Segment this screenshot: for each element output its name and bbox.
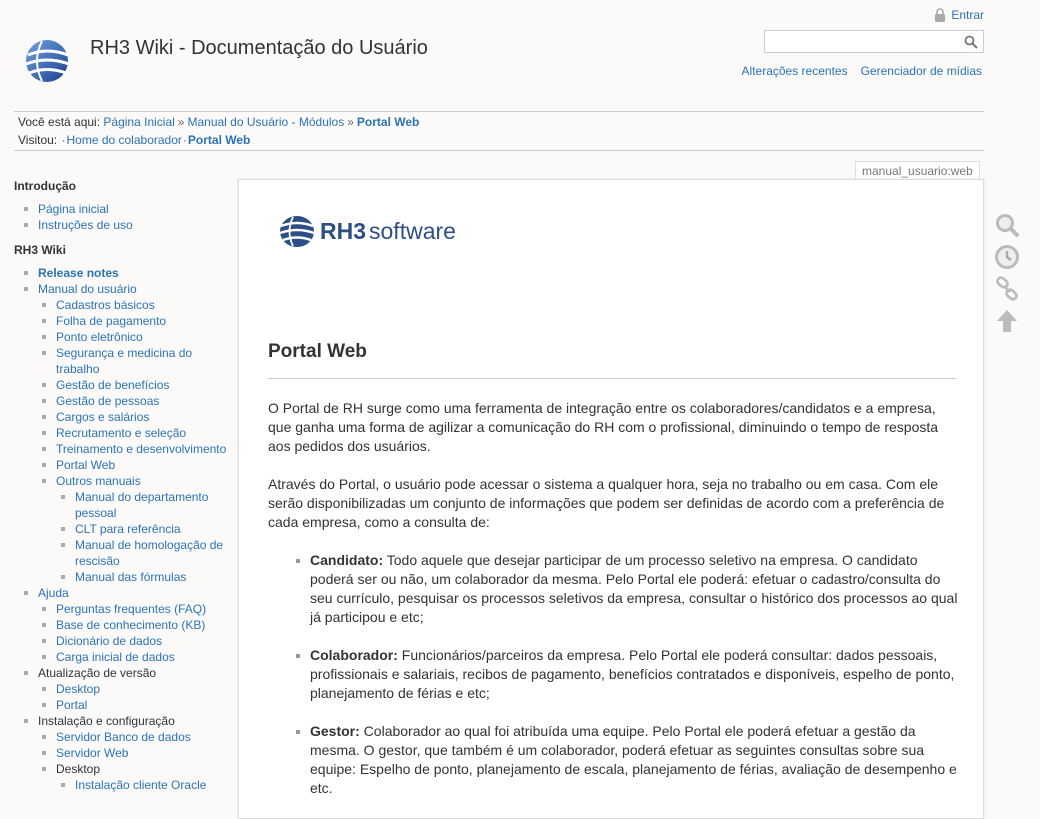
breadcrumb-home[interactable]: Página Inicial	[103, 115, 174, 129]
search-icon[interactable]	[994, 212, 1020, 238]
visited-trail: Visitou: ·Home do colaborador·Portal Web	[18, 133, 251, 147]
page-id-tab: manual_usuario:web	[855, 161, 980, 181]
rh3-globe-icon	[279, 216, 315, 247]
divider	[14, 150, 984, 151]
breadcrumb: Você está aqui: Página Inicial» Manual do…	[18, 115, 420, 129]
header-links: Alterações recentes Gerenciador de mídia…	[742, 64, 982, 78]
article-body: O Portal de RH surge como uma ferramenta…	[268, 399, 958, 817]
page-title: Portal Web	[268, 341, 367, 362]
breadcrumb-current[interactable]: Portal Web	[357, 115, 419, 129]
sidebar-item-dicionario[interactable]: Dicionário de dados	[56, 634, 162, 648]
sidebar-item-carga[interactable]: Carga inicial de dados	[56, 650, 175, 664]
sidebar-item-outros[interactable]: Outros manuais	[56, 474, 141, 488]
sidebar-item-instalacao: Instalação e configuração	[38, 714, 175, 728]
breadcrumb-manual[interactable]: Manual do Usuário - Módulos	[187, 115, 344, 129]
visited-item-portal[interactable]: Portal Web	[188, 133, 250, 147]
list-item-text: Funcionários/parceiros da empresa. Pelo …	[310, 647, 955, 701]
list-item-text: Colaborador ao qual foi atribuída uma eq…	[310, 723, 957, 796]
sidebar-item-homologacao[interactable]: Manual de homologação de rescisão	[75, 538, 223, 568]
sidebar-item-recrutamento[interactable]: Recrutamento e seleção	[56, 426, 186, 440]
list-item: Candidato: Todo aquele que desejar parti…	[296, 551, 958, 627]
sidebar-item-cadastros[interactable]: Cadastros básicos	[56, 298, 155, 312]
sidebar-item-atualizacao-desktop[interactable]: Desktop	[56, 682, 100, 696]
paragraph: O Portal de RH surge como uma ferramenta…	[268, 400, 939, 454]
sidebar-item-seguranca[interactable]: Segurança e medicina do trabalho	[56, 346, 192, 376]
sidebar-item-instrucoes[interactable]: Instruções de uso	[38, 218, 133, 232]
page-tools	[994, 212, 1020, 340]
sidebar-section-title: Introdução	[14, 179, 76, 193]
page-content: RH3 software Portal Web O Portal de RH su…	[238, 179, 984, 819]
search-icon[interactable]	[964, 35, 978, 49]
divider	[14, 111, 984, 112]
sidebar-section-title: RH3 Wiki	[14, 243, 66, 257]
sidebar-item-formulas[interactable]: Manual das fórmulas	[75, 570, 186, 584]
sidebar-item-beneficios[interactable]: Gestão de benefícios	[56, 378, 169, 392]
sidebar-item-atualizacao-portal[interactable]: Portal	[56, 698, 87, 712]
paragraph: Através do Portal, o usuário pode acessa…	[268, 476, 945, 530]
sidebar-item-release-notes[interactable]: Release notes	[38, 266, 119, 280]
sidebar-item-kb[interactable]: Base de conhecimento (KB)	[56, 618, 205, 632]
sidebar-item-pagina-inicial[interactable]: Página inicial	[38, 202, 109, 216]
breadcrumb-label: Você está aqui:	[18, 115, 101, 129]
sidebar-item-treinamento[interactable]: Treinamento e desenvolvimento	[56, 442, 226, 456]
list-item-term: Colaborador:	[310, 647, 398, 663]
sidebar: Introdução Página inicial Instruções de …	[14, 178, 229, 802]
sidebar-item-manual[interactable]: Manual do usuário	[38, 282, 137, 296]
lock-icon	[935, 8, 946, 22]
sidebar-item-clt[interactable]: CLT para referência	[75, 522, 181, 536]
sidebar-item-dp[interactable]: Manual do departamento pessoal	[75, 490, 208, 520]
visited-label: Visitou:	[18, 133, 58, 147]
wiki-logo-icon[interactable]	[22, 37, 72, 85]
sidebar-item-cargos[interactable]: Cargos e salários	[56, 410, 149, 424]
site-title[interactable]: RH3 Wiki - Documentação do Usuário	[90, 37, 428, 60]
list-item-text: Todo aquele que desejar participar de um…	[310, 552, 958, 625]
sidebar-item-folha[interactable]: Folha de pagamento	[56, 314, 166, 328]
search-box	[764, 30, 984, 53]
sidebar-item-servidor-web[interactable]: Servidor Web	[56, 746, 128, 760]
sidebar-item-portal-web[interactable]: Portal Web	[56, 458, 115, 472]
sidebar-item-oracle[interactable]: Instalação cliente Oracle	[75, 778, 206, 792]
sidebar-item-desktop: Desktop	[56, 762, 101, 776]
brand-rest: software	[369, 218, 456, 244]
rh3-software-logo: RH3 software	[278, 215, 456, 248]
media-manager-link[interactable]: Gerenciador de mídias	[861, 64, 982, 78]
visited-item-colaborador[interactable]: Home do colaborador	[66, 133, 181, 147]
sidebar-item-ponto[interactable]: Ponto eletrônico	[56, 330, 143, 344]
recent-changes-link[interactable]: Alterações recentes	[742, 64, 848, 78]
revisions-icon[interactable]	[994, 244, 1020, 270]
sidebar-item-ajuda[interactable]: Ajuda	[38, 586, 69, 600]
list-item: Gestor: Colaborador ao qual foi atribuíd…	[296, 722, 958, 798]
login-link[interactable]: Entrar	[934, 8, 984, 22]
login-label[interactable]: Entrar	[951, 8, 984, 22]
search-input[interactable]	[765, 31, 955, 52]
list-item: Colaborador: Funcionários/parceiros da e…	[296, 646, 958, 703]
list-item-term: Candidato:	[310, 552, 384, 568]
brand-bold: RH3	[320, 218, 367, 244]
backlinks-icon[interactable]	[994, 276, 1020, 302]
sidebar-item-servidor-bd[interactable]: Servidor Banco de dados	[56, 730, 191, 744]
sidebar-item-faq[interactable]: Perguntas frequentes (FAQ)	[56, 602, 206, 616]
sidebar-item-atualizacao: Atualização de versão	[38, 666, 157, 680]
sidebar-item-pessoas[interactable]: Gestão de pessoas	[56, 394, 159, 408]
list-item-term: Gestor:	[310, 723, 360, 739]
back-to-top-icon[interactable]	[994, 308, 1020, 334]
divider	[268, 378, 956, 379]
